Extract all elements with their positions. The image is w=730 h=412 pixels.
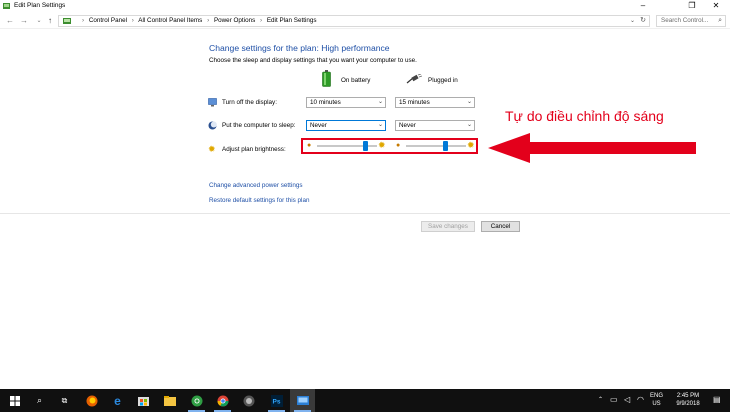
control-panel-taskbar-icon[interactable]: [290, 389, 315, 412]
dim-sun-icon: ●: [396, 142, 401, 149]
language-indicator[interactable]: ENG US: [650, 392, 663, 408]
breadcrumb: › Control Panel › All Control Panel Item…: [79, 17, 317, 24]
forward-arrow-icon[interactable]: →: [19, 16, 29, 26]
restore-defaults-link[interactable]: Restore default settings for this plan: [209, 197, 309, 204]
navigation-bar: ← → ⌄ ↑ › Control Panel › All Control Pa…: [0, 13, 730, 29]
task-view-icon[interactable]: ⧉: [52, 389, 77, 412]
display-plugged-value: 15 minutes: [399, 99, 430, 106]
photoshop-icon[interactable]: Ps: [264, 389, 289, 412]
slider-track: [317, 145, 377, 147]
region-code: US: [652, 401, 661, 407]
slider-thumb[interactable]: [442, 141, 448, 151]
minimize-button[interactable]: –: [633, 1, 653, 11]
control-panel-icon: [63, 18, 71, 24]
divider: [0, 213, 730, 214]
search-input[interactable]: Search Control... ⌕: [656, 15, 726, 27]
chevron-down-icon: ⌄: [466, 122, 472, 128]
edge-icon[interactable]: e: [105, 389, 130, 412]
display-battery-select[interactable]: 10 minutes ⌄: [306, 97, 386, 108]
clock-time: 2:45 PM: [676, 393, 700, 399]
annotation-arrow-icon: [488, 133, 696, 163]
search-placeholder: Search Control...: [661, 17, 709, 24]
save-changes-button[interactable]: Save changes: [421, 221, 475, 232]
bright-sun-icon: ✹: [467, 140, 475, 150]
chrome-green-icon[interactable]: [184, 389, 209, 412]
column-plugged-in: Plugged in: [428, 77, 458, 84]
sleep-plugged-select[interactable]: Never ⌄: [395, 120, 475, 131]
refresh-icon[interactable]: ↻: [640, 16, 646, 26]
language-code: ENG: [650, 393, 664, 399]
cancel-button[interactable]: Cancel: [481, 221, 520, 232]
maximize-button[interactable]: ❐: [682, 1, 702, 11]
volume-icon[interactable]: ◁: [624, 395, 630, 412]
wifi-icon[interactable]: ◠: [637, 395, 644, 412]
windows-start-icon[interactable]: [2, 389, 27, 412]
chevron-right-icon: ›: [82, 17, 85, 24]
chrome-icon[interactable]: [210, 389, 235, 412]
display-label: Turn off the display:: [222, 99, 277, 106]
back-arrow-icon[interactable]: ←: [5, 16, 15, 26]
close-button[interactable]: ✕: [706, 1, 726, 11]
bright-sun-icon: ✹: [378, 140, 386, 150]
monitor-icon: [208, 98, 217, 107]
sun-icon: ✹: [208, 144, 216, 154]
chevron-up-icon[interactable]: ⌃: [598, 396, 603, 412]
display-battery-value: 10 minutes: [310, 99, 341, 106]
column-on-battery: On battery: [341, 77, 371, 84]
breadcrumb-power-options[interactable]: Power Options: [214, 17, 255, 24]
control-panel-icon: [3, 3, 10, 9]
clock-date: 9/9/2018: [676, 401, 700, 407]
page-title: Change settings for the plan: High perfo…: [209, 43, 390, 53]
annotation-text: Tự do điều chỉnh độ sáng: [505, 108, 664, 124]
sleep-battery-select[interactable]: Never ⌄: [306, 120, 386, 131]
window-title: Edit Plan Settings: [14, 2, 66, 9]
moon-icon: [208, 121, 217, 130]
store-icon[interactable]: [131, 389, 156, 412]
firefox-icon[interactable]: [79, 389, 104, 412]
breadcrumb-edit-plan[interactable]: Edit Plan Settings: [267, 17, 317, 24]
search-icon[interactable]: ⌕: [27, 389, 52, 412]
sleep-label: Put the computer to sleep:: [222, 122, 296, 129]
chevron-right-icon: ›: [260, 17, 263, 24]
breadcrumb-all-items[interactable]: All Control Panel Items: [138, 17, 202, 24]
slider-thumb[interactable]: [362, 141, 368, 151]
breadcrumb-control-panel[interactable]: Control Panel: [89, 17, 127, 24]
dim-sun-icon: ●: [307, 142, 312, 149]
brightness-plugged-slider[interactable]: ● ✹: [396, 141, 476, 151]
chevron-down-icon[interactable]: ⌄: [630, 16, 635, 26]
plug-icon: [406, 74, 422, 84]
brightness-battery-slider[interactable]: ● ✹: [307, 141, 387, 151]
chevron-down-icon: ⌄: [466, 99, 472, 105]
battery-icon: [322, 70, 331, 87]
chevron-right-icon: ›: [207, 17, 210, 24]
sleep-plugged-value: Never: [399, 122, 416, 129]
svg-text:Ps: Ps: [272, 398, 280, 405]
page-subtitle: Choose the sleep and display settings th…: [209, 57, 417, 64]
network-icon[interactable]: ▭: [610, 395, 618, 412]
notifications-icon[interactable]: ▤: [713, 395, 721, 412]
taskbar: ⌕ ⧉ e Ps ⌃ ▭ ◁ ◠ ENG US 2:45 PM 9/9/2018…: [0, 389, 730, 412]
display-plugged-select[interactable]: 15 minutes ⌄: [395, 97, 475, 108]
chevron-right-icon: ›: [131, 17, 134, 24]
clock[interactable]: 2:45 PM 9/9/2018: [668, 392, 708, 408]
up-arrow-icon[interactable]: ↑: [45, 16, 55, 26]
brightness-label: Adjust plan brightness:: [222, 146, 286, 153]
chevron-down-icon: ⌄: [377, 122, 383, 128]
sleep-battery-value: Never: [310, 122, 327, 129]
wifi-app-icon[interactable]: [236, 389, 261, 412]
slider-track: [406, 145, 466, 147]
search-icon: ⌕: [718, 17, 722, 24]
chevron-down-icon: ⌄: [377, 99, 383, 105]
advanced-settings-link[interactable]: Change advanced power settings: [209, 182, 302, 189]
title-bar: Edit Plan Settings – ❐ ✕: [0, 0, 730, 13]
address-bar[interactable]: › Control Panel › All Control Panel Item…: [58, 15, 650, 27]
folder-icon[interactable]: [157, 389, 182, 412]
recent-locations-icon[interactable]: ⌄: [34, 16, 44, 26]
